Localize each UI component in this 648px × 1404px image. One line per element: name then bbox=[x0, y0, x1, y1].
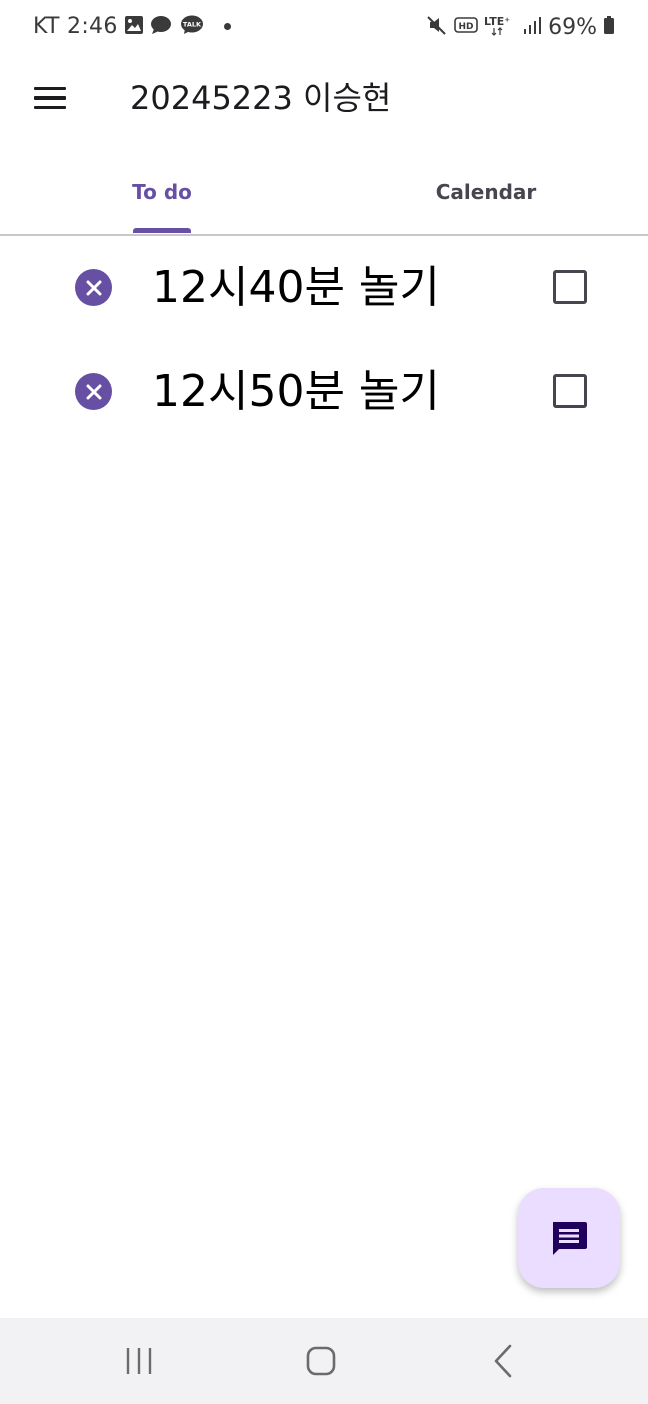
back-button[interactable] bbox=[453, 1318, 553, 1404]
todo-text: 12시40분 놀기 bbox=[152, 262, 440, 313]
svg-text:LTE⁺: LTE⁺ bbox=[484, 15, 510, 28]
kakaotalk-icon: TALK bbox=[180, 15, 204, 39]
battery-icon bbox=[603, 15, 615, 39]
home-button[interactable] bbox=[271, 1318, 371, 1404]
todo-text: 12시50분 놀기 bbox=[152, 366, 440, 417]
back-chevron-icon bbox=[494, 1344, 512, 1378]
add-note-button[interactable] bbox=[518, 1188, 620, 1288]
page-title: 20245223 이승현 bbox=[130, 79, 392, 117]
tab-calendar[interactable]: Calendar bbox=[324, 150, 648, 234]
tab-todo[interactable]: To do bbox=[0, 150, 324, 234]
tab-todo-label: To do bbox=[132, 180, 192, 204]
close-icon bbox=[86, 384, 101, 399]
status-time: KT 2:46 bbox=[33, 14, 118, 39]
battery-percent: 69% bbox=[548, 14, 597, 40]
tab-bar: To do Calendar bbox=[0, 150, 648, 236]
notification-dot bbox=[223, 23, 231, 30]
message-icon bbox=[553, 1222, 587, 1255]
hamburger-icon bbox=[34, 86, 66, 91]
recents-icon bbox=[126, 1348, 152, 1374]
lte-icon: LTE⁺ bbox=[484, 14, 516, 40]
status-right: HD LTE⁺ 69% bbox=[426, 14, 615, 40]
chat-bubble-icon bbox=[150, 15, 174, 39]
system-nav-bar bbox=[0, 1318, 648, 1404]
recents-button[interactable] bbox=[90, 1318, 190, 1404]
todo-checkbox[interactable] bbox=[553, 270, 587, 304]
mute-icon bbox=[426, 14, 448, 40]
delete-button[interactable] bbox=[75, 269, 112, 306]
status-left: KT 2:46 TALK bbox=[33, 14, 231, 39]
signal-icon bbox=[522, 15, 542, 39]
svg-text:HD: HD bbox=[459, 22, 474, 32]
menu-button[interactable] bbox=[22, 76, 78, 120]
todo-checkbox[interactable] bbox=[553, 374, 587, 408]
todo-list: 12시40분 놀기 12시50분 놀기 bbox=[0, 236, 648, 444]
list-item: 12시40분 놀기 bbox=[0, 236, 648, 340]
list-item: 12시50분 놀기 bbox=[0, 340, 648, 444]
close-icon bbox=[86, 280, 101, 295]
delete-button[interactable] bbox=[75, 373, 112, 410]
home-icon bbox=[306, 1346, 336, 1376]
status-bar: KT 2:46 TALK HD LTE⁺ 69% bbox=[0, 0, 648, 60]
app-bar: 20245223 이승현 bbox=[0, 60, 648, 140]
hd-icon: HD bbox=[454, 16, 478, 38]
gallery-icon bbox=[124, 15, 144, 39]
tab-indicator bbox=[133, 228, 191, 233]
svg-text:TALK: TALK bbox=[183, 20, 202, 28]
tab-calendar-label: Calendar bbox=[435, 180, 537, 204]
